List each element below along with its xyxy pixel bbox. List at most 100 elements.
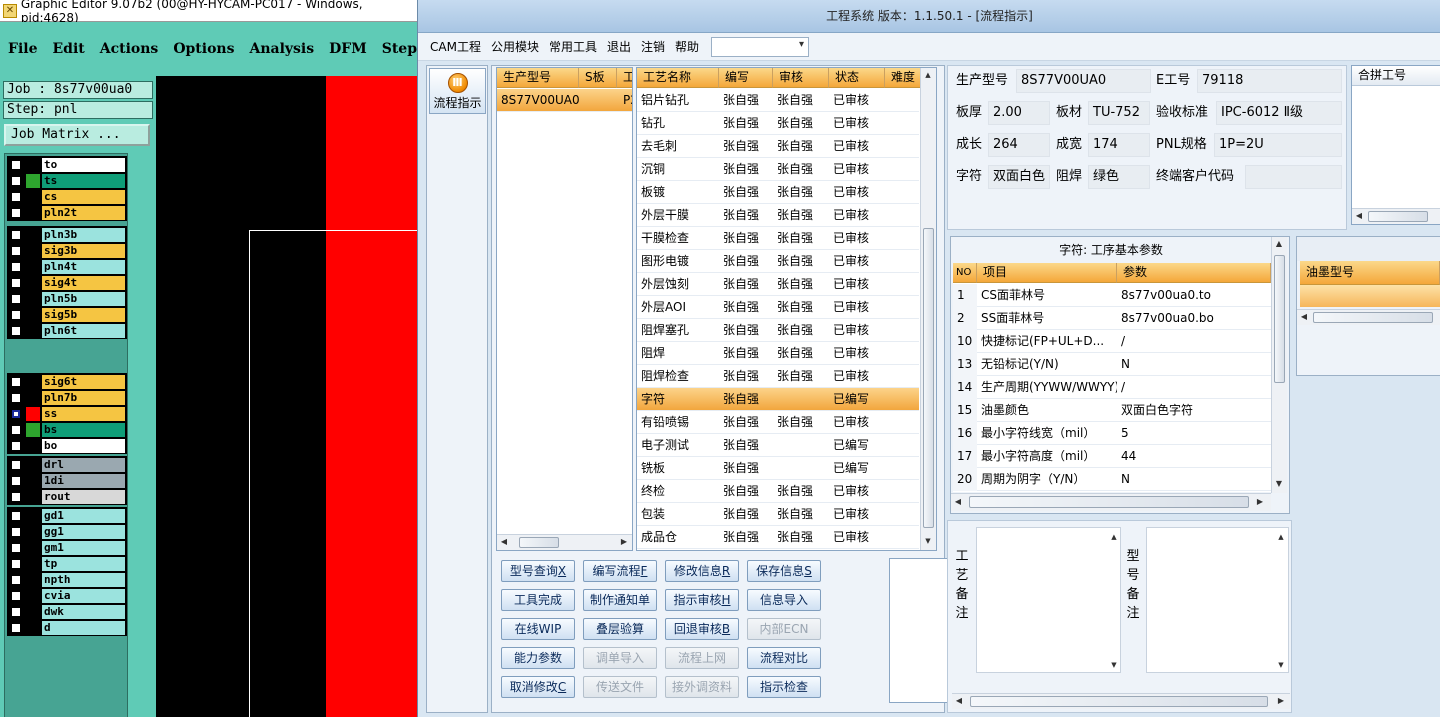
layer-name[interactable]: bs — [42, 423, 125, 437]
menu-item[interactable]: 常用工具 — [549, 38, 597, 55]
layer-name[interactable]: bo — [42, 439, 125, 453]
column-header[interactable]: 状态 — [829, 68, 885, 88]
layer-checkbox[interactable] — [11, 192, 21, 202]
ink-hscroll[interactable]: ◀ — [1297, 309, 1440, 325]
action-button[interactable]: 能力参数 — [501, 647, 575, 669]
action-button[interactable]: 编写流程F — [583, 560, 657, 582]
scroll-left-icon[interactable]: ◀ — [1352, 209, 1366, 223]
layer-name[interactable]: drl — [42, 458, 125, 472]
layer-row[interactable]: sig4t — [7, 275, 127, 291]
table-row[interactable]: 板镀 张自强 张自强 已审核 — [637, 181, 919, 204]
column-header[interactable]: 参数 — [1117, 263, 1271, 283]
layer-checkbox[interactable] — [11, 230, 21, 240]
layer-row[interactable]: to — [7, 157, 127, 173]
menu-item[interactable]: 公用模块 — [491, 38, 539, 55]
layer-row[interactable]: gm1 — [7, 540, 127, 556]
menu-item[interactable]: 帮助 — [675, 38, 699, 55]
info-value[interactable]: 2.00 — [988, 101, 1050, 125]
table-row[interactable]: 铣板 张自强 已编写 — [637, 457, 919, 480]
scroll-thumb[interactable] — [1274, 255, 1285, 383]
scroll-right-icon[interactable]: ▶ — [1253, 495, 1267, 509]
scroll-thumb[interactable] — [970, 696, 1268, 707]
layer-checkbox[interactable] — [11, 623, 21, 633]
table-row[interactable]: 外层AOI 张自强 张自强 已审核 — [637, 296, 919, 319]
table-row[interactable]: 2 SS面菲林号 8s77v00ua0.bo — [953, 307, 1271, 330]
process-memo-input[interactable]: ▲ ▼ — [976, 527, 1121, 673]
action-button[interactable]: 指示检查 — [747, 676, 821, 698]
layer-row[interactable]: pln7b — [7, 390, 127, 406]
scroll-down-icon[interactable]: ▼ — [1107, 658, 1121, 672]
layer-row[interactable]: pln2t — [7, 205, 127, 221]
action-button[interactable]: 制作通知单 — [583, 589, 657, 611]
table-row[interactable]: 包装 张自强 张自强 已审核 — [637, 503, 919, 526]
table-row[interactable]: 14 生产周期(YYWW/WWYY) / — [953, 376, 1271, 399]
table-row[interactable]: 8S77V00UA0 P2 — [497, 89, 632, 112]
layer-row[interactable]: sig3b — [7, 243, 127, 259]
layer-row[interactable]: tp — [7, 556, 127, 572]
table-row[interactable]: 阻焊 张自强 张自强 已审核 — [637, 342, 919, 365]
layer-row[interactable]: d — [7, 620, 127, 636]
column-header[interactable]: NO — [953, 263, 977, 283]
layer-checkbox[interactable] — [11, 607, 21, 617]
layer-row[interactable]: ss — [7, 406, 127, 422]
table-row[interactable]: 1 CS面菲林号 8s77v00ua0.to — [953, 284, 1271, 307]
scroll-down-icon[interactable]: ▼ — [921, 534, 935, 548]
layer-checkbox[interactable] — [11, 326, 21, 336]
layer-checkbox[interactable] — [11, 591, 21, 601]
layer-name[interactable]: d — [42, 621, 125, 635]
layer-name[interactable]: ss — [42, 407, 125, 421]
layer-name[interactable]: sig3b — [42, 244, 125, 258]
layer-row[interactable]: sig5b — [7, 307, 127, 323]
layer-name[interactable]: pln2t — [42, 206, 125, 220]
layer-row[interactable]: ts — [7, 173, 127, 189]
layer-checkbox[interactable] — [11, 310, 21, 320]
layer-checkbox[interactable] — [11, 460, 21, 470]
layer-name[interactable]: dwk — [42, 605, 125, 619]
info-value[interactable]: 174 — [1088, 133, 1150, 157]
layer-name[interactable]: tp — [42, 557, 125, 571]
table-row[interactable]: 钻孔 张自强 张自强 已审核 — [637, 112, 919, 135]
table-row[interactable]: 成品仓 张自强 张自强 已审核 — [637, 526, 919, 549]
table-row[interactable]: 阻焊检查 张自强 张自强 已审核 — [637, 365, 919, 388]
layer-checkbox[interactable] — [11, 246, 21, 256]
layer-row[interactable]: pln5b — [7, 291, 127, 307]
column-header[interactable]: 审核 — [773, 68, 829, 88]
layer-name[interactable]: pln3b — [42, 228, 125, 242]
menu-item[interactable]: Analysis — [249, 41, 314, 57]
column-header[interactable]: 工艺名称 — [637, 68, 719, 88]
layer-checkbox[interactable] — [11, 393, 21, 403]
scroll-up-icon[interactable]: ▲ — [1274, 530, 1288, 544]
scroll-left-icon[interactable]: ◀ — [951, 495, 965, 509]
scroll-down-icon[interactable]: ▼ — [1274, 658, 1288, 672]
menu-item[interactable]: Edit — [52, 41, 84, 57]
column-header[interactable]: S板 — [579, 68, 617, 88]
info-value[interactable]: TU-752 — [1088, 101, 1150, 125]
layer-name[interactable]: sig6t — [42, 375, 125, 389]
layer-row[interactable]: cs — [7, 189, 127, 205]
layer-row[interactable]: pln4t — [7, 259, 127, 275]
layer-name[interactable]: cvia — [42, 589, 125, 603]
info-value[interactable]: 绿色 — [1088, 165, 1150, 189]
layer-row[interactable]: pln6t — [7, 323, 127, 339]
scroll-thumb[interactable] — [519, 537, 559, 548]
layer-row[interactable]: bo — [7, 438, 127, 454]
layer-checkbox[interactable] — [11, 294, 21, 304]
layer-row[interactable]: rout — [7, 489, 127, 505]
menu-item[interactable]: Actions — [100, 41, 159, 57]
model-hscroll[interactable]: ◀ ▶ — [497, 534, 632, 550]
scroll-right-icon[interactable]: ▶ — [1274, 694, 1288, 708]
menu-item[interactable]: File — [8, 41, 37, 57]
table-row[interactable]: 终检 张自强 张自强 已审核 — [637, 480, 919, 503]
scroll-thumb[interactable] — [1368, 211, 1428, 222]
action-button[interactable]: 在线WIP — [501, 618, 575, 640]
column-header[interactable]: 编写 — [719, 68, 773, 88]
table-row[interactable]: 干膜检查 张自强 张自强 已审核 — [637, 227, 919, 250]
layer-checkbox[interactable] — [11, 377, 21, 387]
layer-row[interactable]: drl — [7, 457, 127, 473]
layer-row[interactable]: bs — [7, 422, 127, 438]
layer-checkbox[interactable] — [11, 559, 21, 569]
column-header[interactable]: 工 — [617, 68, 632, 88]
action-button[interactable]: 指示审核H — [665, 589, 739, 611]
layer-name[interactable]: sig4t — [42, 276, 125, 290]
layer-checkbox[interactable] — [11, 492, 21, 502]
